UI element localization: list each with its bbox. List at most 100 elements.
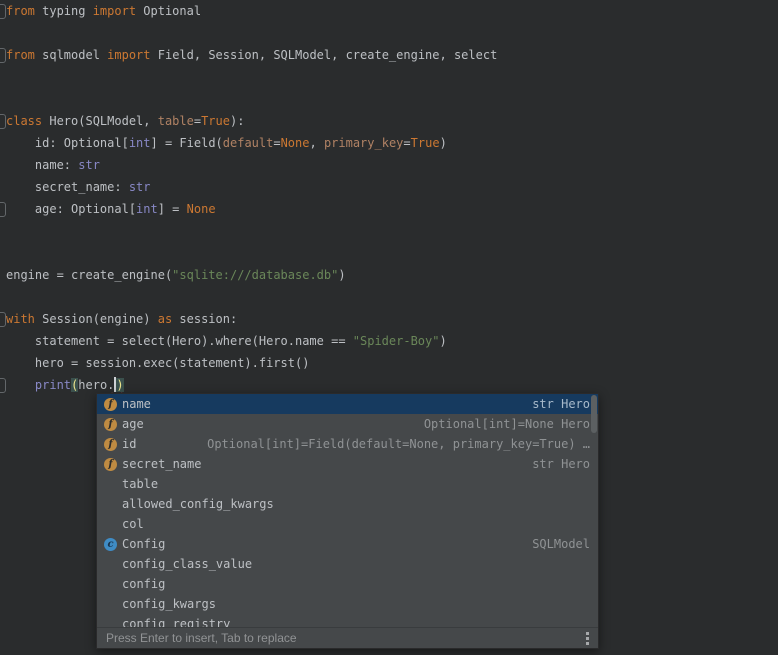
code-token: name: [6, 158, 78, 172]
completion-item[interactable]: c ConfigSQLModel [97, 534, 598, 554]
code-line[interactable]: age: Optional[int] = None [0, 198, 778, 220]
code-token: session: [172, 312, 237, 326]
code-token: table [158, 114, 194, 128]
code-token: ] = [158, 202, 187, 216]
completion-item-type: str Hero [201, 454, 590, 474]
code-token: class [6, 114, 42, 128]
class-icon: c [104, 538, 117, 551]
more-options-icon[interactable] [586, 632, 589, 645]
code-line[interactable]: secret_name: str [0, 176, 778, 198]
code-token: secret_name: [6, 180, 129, 194]
code-token: Hero(SQLModel, [42, 114, 158, 128]
completion-item[interactable]: config_registry [97, 614, 598, 627]
completion-item-label: Config [122, 534, 165, 554]
code-line[interactable] [0, 220, 778, 242]
code-line[interactable]: hero = session.exec(statement).first() [0, 352, 778, 374]
code-line[interactable]: name: str [0, 154, 778, 176]
completion-item[interactable]: fageOptional[int]=None Hero [97, 414, 598, 434]
code-token: = [273, 136, 280, 150]
code-token: hero = session.exec(statement).first() [6, 356, 309, 370]
code-token: Field, Session, SQLModel, create_engine,… [151, 48, 498, 62]
code-token: "Spider-Boy" [353, 334, 440, 348]
completion-item-label: config_class_value [122, 554, 252, 574]
code-line[interactable] [0, 286, 778, 308]
popup-scrollbar-thumb[interactable] [591, 395, 597, 433]
code-line[interactable] [0, 88, 778, 110]
gutter-icon[interactable] [0, 4, 6, 19]
code-token: int [136, 202, 158, 216]
code-token: import [107, 48, 150, 62]
completion-popup: fnamestr HerofageOptional[int]=None Hero… [96, 393, 599, 649]
code-token: , [309, 136, 323, 150]
completion-item-label: table [122, 474, 158, 494]
code-token: import [93, 4, 136, 18]
field-icon: f [104, 398, 117, 411]
completion-item-label: name [122, 394, 151, 414]
code-token: ) [338, 268, 345, 282]
code-line[interactable] [0, 66, 778, 88]
gutter-icon[interactable] [0, 114, 6, 129]
code-token: default [223, 136, 274, 150]
code-line[interactable]: with Session(engine) as session: [0, 308, 778, 330]
completion-item[interactable]: fsecret_namestr Hero [97, 454, 598, 474]
code-token: None [281, 136, 310, 150]
code-token: Session(engine) [35, 312, 158, 326]
completion-item[interactable]: fnamestr Hero [97, 394, 598, 414]
gutter-icon[interactable] [0, 378, 6, 393]
code-token: ) [439, 334, 446, 348]
completion-item[interactable]: allowed_config_kwargs [97, 494, 598, 514]
completion-item[interactable]: config [97, 574, 598, 594]
code-line[interactable] [0, 22, 778, 44]
code-token: sqlmodel [35, 48, 107, 62]
completion-item-label: config_kwargs [122, 594, 216, 614]
completion-item-label: id [122, 434, 136, 454]
completion-item-type: Optional[int]=Field(default=None, primar… [136, 434, 590, 454]
code-token: id: Optional[ [6, 136, 129, 150]
code-line[interactable]: engine = create_engine("sqlite:///databa… [0, 264, 778, 286]
code-token: str [78, 158, 100, 172]
completion-item[interactable]: table [97, 474, 598, 494]
completion-item[interactable]: config_kwargs [97, 594, 598, 614]
field-icon: f [104, 458, 117, 471]
code-line[interactable]: from sqlmodel import Field, Session, SQL… [0, 44, 778, 66]
completion-item-label: allowed_config_kwargs [122, 494, 274, 514]
completion-footer: Press Enter to insert, Tab to replace [97, 627, 598, 648]
code-token: . [107, 378, 114, 392]
code-token: print [35, 378, 71, 392]
code-token: with [6, 312, 35, 326]
completion-item-type: Optional[int]=None Hero [144, 414, 590, 434]
completion-item-label: col [122, 514, 144, 534]
code-token: typing [35, 4, 93, 18]
code-token: "sqlite:///database.db" [172, 268, 338, 282]
field-icon: f [104, 418, 117, 431]
code-line[interactable]: from typing import Optional [0, 0, 778, 22]
code-token: None [187, 202, 216, 216]
code-token: = [403, 136, 410, 150]
code-token: as [158, 312, 172, 326]
gutter-icon[interactable] [0, 48, 6, 63]
field-icon: f [104, 438, 117, 451]
gutter-icon[interactable] [0, 202, 6, 217]
completion-item[interactable]: config_class_value [97, 554, 598, 574]
completion-item-type: SQLModel [165, 534, 590, 554]
code-line[interactable]: statement = select(Hero).where(Hero.name… [0, 330, 778, 352]
code-token: True [201, 114, 230, 128]
code-lines: from typing import Optional from sqlmodel… [0, 0, 778, 396]
code-token: statement = select(Hero).where(Hero.name… [6, 334, 353, 348]
code-token: Optional [136, 4, 201, 18]
code-line[interactable] [0, 242, 778, 264]
completion-item[interactable]: col [97, 514, 598, 534]
code-token: ) [116, 378, 123, 392]
code-line[interactable]: id: Optional[int] = Field(default=None, … [0, 132, 778, 154]
code-token: primary_key [324, 136, 403, 150]
completion-list: fnamestr HerofageOptional[int]=None Hero… [97, 394, 598, 627]
code-token: age: Optional[ [6, 202, 136, 216]
completion-item[interactable]: fidOptional[int]=Field(default=None, pri… [97, 434, 598, 454]
gutter-icon[interactable] [0, 312, 6, 327]
code-token: engine = create_engine( [6, 268, 172, 282]
code-token: True [411, 136, 440, 150]
code-token: from [6, 48, 35, 62]
code-token: int [129, 136, 151, 150]
code-line[interactable]: class Hero(SQLModel, table=True): [0, 110, 778, 132]
code-token: ) [440, 136, 447, 150]
